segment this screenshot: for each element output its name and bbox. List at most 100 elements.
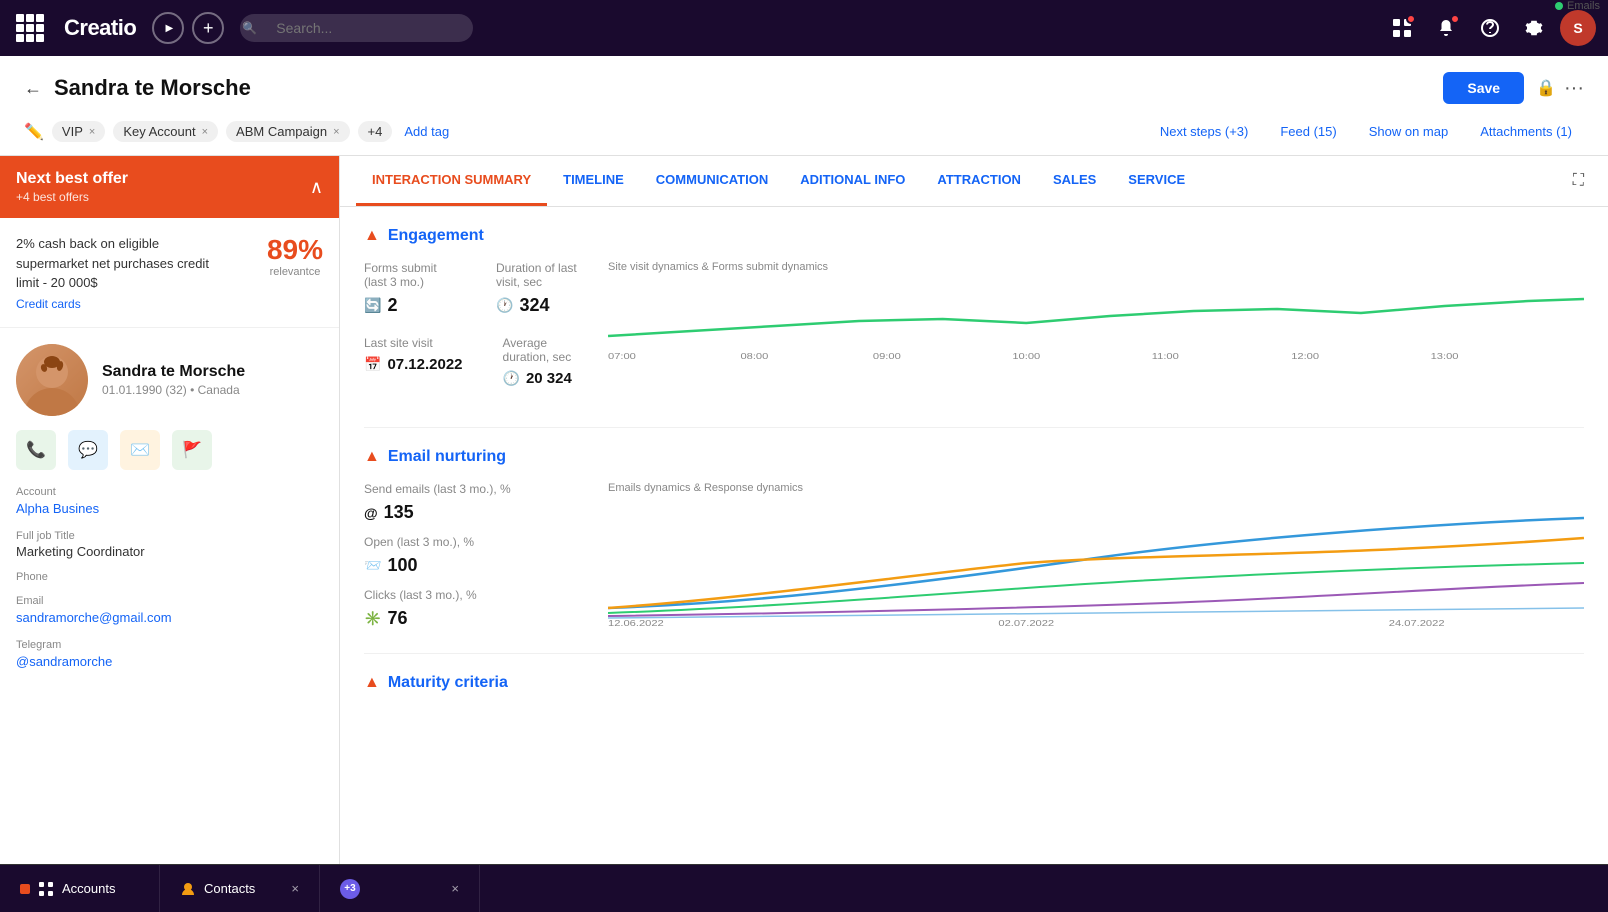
last-visit-label: Last site visit <box>364 336 463 350</box>
next-steps-action[interactable]: Next steps (+3) <box>1148 120 1261 143</box>
accounts-grid-icon <box>38 881 54 897</box>
forms-value: 🔄 2 <box>364 295 456 316</box>
tag-key-account[interactable]: Key Account × <box>113 121 218 142</box>
account-value[interactable]: Alpha Busines <box>16 501 99 516</box>
send-emails-label: Send emails (last 3 mo.), % <box>364 482 584 496</box>
email-value[interactable]: sandramorche@gmail.com <box>16 610 172 625</box>
engagement-metrics: Forms submit (last 3 mo.) 🔄 2 Duration o… <box>364 261 584 407</box>
email-chart-label: Emails dynamics & Response dynamics <box>608 482 803 494</box>
notifications-button[interactable] <box>1428 10 1464 46</box>
svg-text:24.07.2022: 24.07.2022 <box>1389 619 1445 628</box>
tab-service[interactable]: SERVICE <box>1112 156 1201 206</box>
email-nurturing-header: ▲ Email nurturing <box>364 448 1584 466</box>
tag-label: Key Account <box>123 124 195 139</box>
engagement-chart: 07:00 08:00 09:00 10:00 11:00 12:00 13:0… <box>608 281 1584 361</box>
nbo-panel[interactable]: Next best offer +4 best offers ∧ <box>0 156 339 218</box>
content-area: ▲ Engagement Forms submit (last 3 mo.) 🔄… <box>340 207 1608 864</box>
attachments-action[interactable]: Attachments (1) <box>1468 120 1584 143</box>
taskbar-contacts-label: Contacts <box>204 881 255 896</box>
show-on-map-action[interactable]: Show on map <box>1357 120 1461 143</box>
nbo-title: Next best offer <box>16 170 128 188</box>
play-button[interactable] <box>152 12 184 44</box>
taskbar-contacts-close[interactable]: × <box>291 881 299 896</box>
tab-sales[interactable]: SALES <box>1037 156 1112 206</box>
right-content: INTERACTION SUMMARY TIMELINE COMMUNICATI… <box>340 156 1608 864</box>
flag-button[interactable]: 🚩 <box>172 430 212 470</box>
svg-text:08:00: 08:00 <box>740 352 769 361</box>
tag-more[interactable]: +4 <box>358 121 393 142</box>
more-button[interactable]: ··· <box>1564 77 1584 100</box>
taskbar-badge: +3 <box>340 879 360 899</box>
telegram-value[interactable]: @sandramorche <box>16 654 112 669</box>
clock-icon: 🕐 <box>496 297 513 314</box>
tags-row: ✏️ VIP × Key Account × ABM Campaign × +4… <box>24 112 1584 155</box>
tag-abm-campaign[interactable]: ABM Campaign × <box>226 121 349 142</box>
nbo-offer-link[interactable]: Credit cards <box>16 297 216 311</box>
taskbar-badge-item[interactable]: +3 × <box>320 865 480 912</box>
nbo-offer-card: 2% cash back on eligible supermarket net… <box>0 218 339 328</box>
expand-button[interactable]: ⛶ <box>1565 156 1592 206</box>
add-tag-button[interactable]: Add tag <box>404 124 449 139</box>
lock-button[interactable]: 🔒 <box>1536 78 1556 98</box>
profile-avatar <box>16 344 88 416</box>
main-layout: Next best offer +4 best offers ∧ 2% cash… <box>0 156 1608 864</box>
clicks-metric: Clicks (last 3 mo.), % ✳️ 76 <box>364 588 584 629</box>
email-nurturing-title: Email nurturing <box>388 448 506 466</box>
open-emails-value: 📨 100 <box>364 555 584 576</box>
duration-label: Duration of last visit, sec <box>496 261 584 289</box>
taskbar-badge-close[interactable]: × <box>451 881 459 896</box>
nbo-subtitle: +4 best offers <box>16 190 128 204</box>
open-emails-label: Open (last 3 mo.), % <box>364 535 584 549</box>
modules-badge <box>1406 14 1416 24</box>
send-emails-value: @ 135 <box>364 502 584 523</box>
taskbar: Accounts Contacts × +3 × <box>0 864 1608 912</box>
nbo-offer-text: 2% cash back on eligible supermarket net… <box>16 234 216 293</box>
save-button[interactable]: Save <box>1443 72 1524 104</box>
maturity-title: Maturity criteria <box>388 674 508 692</box>
profile-meta: 01.01.1990 (32) • Canada <box>102 383 245 397</box>
metrics-row-1: Forms submit (last 3 mo.) 🔄 2 Duration o… <box>364 261 584 316</box>
user-avatar[interactable]: S <box>1560 10 1596 46</box>
tab-additional-info[interactable]: ADITIONAL INFO <box>784 156 921 206</box>
forms-icon: 🔄 <box>364 297 381 314</box>
tag-remove-icon[interactable]: × <box>89 126 95 138</box>
phone-label: Phone <box>16 571 323 583</box>
tab-attraction[interactable]: ATTRACTION <box>921 156 1037 206</box>
clicks-label: Clicks (last 3 mo.), % <box>364 588 584 602</box>
feed-action[interactable]: Feed (15) <box>1268 120 1348 143</box>
nbo-percent: 89% <box>267 234 323 266</box>
settings-button[interactable] <box>1516 10 1552 46</box>
tag-edit-icon[interactable]: ✏️ <box>24 122 44 142</box>
account-field: Account Alpha Busines <box>16 486 323 518</box>
help-button[interactable] <box>1472 10 1508 46</box>
search-input[interactable] <box>240 14 473 42</box>
tag-remove-icon[interactable]: × <box>333 126 339 138</box>
notifications-badge <box>1450 14 1460 24</box>
tag-remove-icon[interactable]: × <box>202 126 208 138</box>
avatar-image <box>16 344 88 416</box>
engagement-chart-label: Site visit dynamics & Forms submit dynam… <box>608 261 1584 273</box>
tag-label: VIP <box>62 124 83 139</box>
chat-button[interactable]: 💬 <box>68 430 108 470</box>
tab-communication[interactable]: COMMUNICATION <box>640 156 784 206</box>
clicks-icon: ✳️ <box>364 610 381 627</box>
taskbar-contacts[interactable]: Contacts × <box>160 865 320 912</box>
modules-button[interactable] <box>1384 10 1420 46</box>
profile-actions: 📞 💬 ✉️ 🚩 <box>16 430 323 470</box>
tag-vip[interactable]: VIP × <box>52 121 105 142</box>
clicks-value: ✳️ 76 <box>364 608 584 629</box>
phone-button[interactable]: 📞 <box>16 430 56 470</box>
tab-timeline[interactable]: TIMELINE <box>547 156 640 206</box>
open-icon: 📨 <box>364 557 381 574</box>
taskbar-accounts[interactable]: Accounts <box>0 865 160 912</box>
send-emails-metric: Send emails (last 3 mo.), % @ 135 <box>364 482 584 523</box>
add-button[interactable]: + <box>192 12 224 44</box>
tab-interaction-summary[interactable]: INTERACTION SUMMARY <box>356 156 547 206</box>
email-button[interactable]: ✉️ <box>120 430 160 470</box>
apps-button[interactable] <box>12 10 48 46</box>
avg-duration-value: 🕐 20 324 <box>503 370 584 387</box>
grid-icon <box>16 14 44 42</box>
back-button[interactable]: ← <box>24 78 42 99</box>
svg-text:11:00: 11:00 <box>1152 352 1180 361</box>
avg-duration-label: Average duration, sec <box>503 336 584 364</box>
